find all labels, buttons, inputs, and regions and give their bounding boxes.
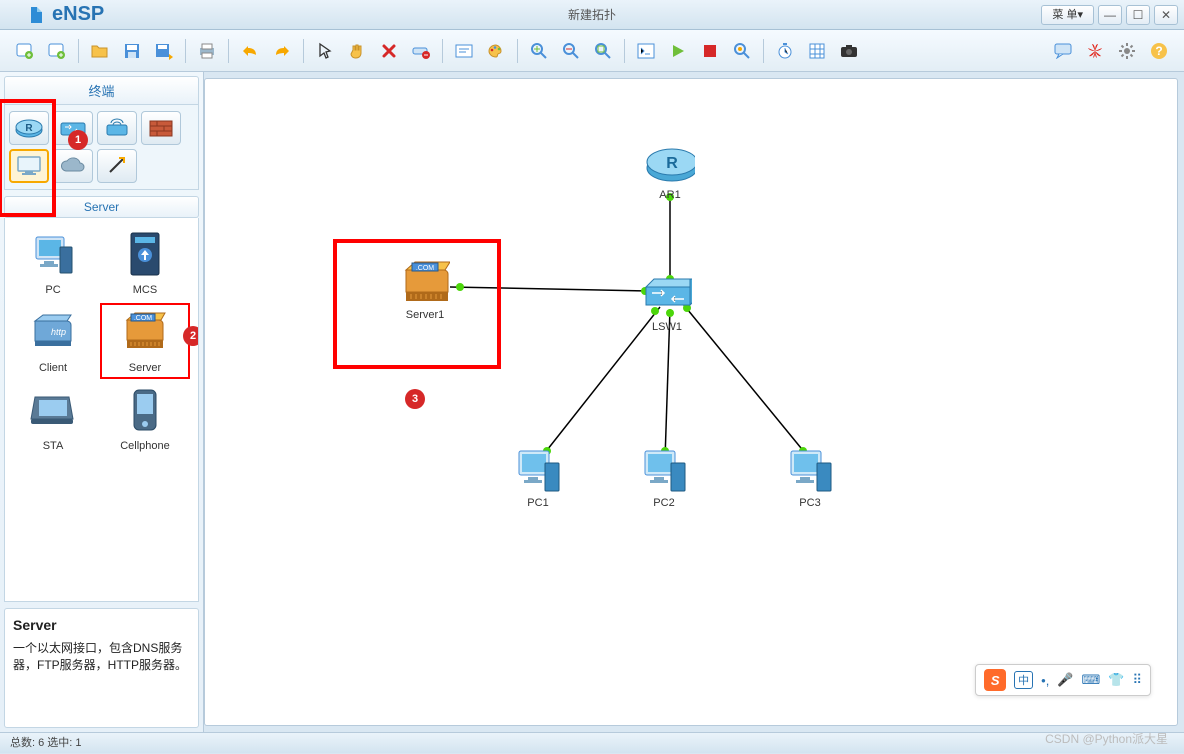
node-pc3[interactable]: PC3 (785, 447, 835, 509)
device-cellphone[interactable]: Cellphone (101, 382, 189, 456)
device-server[interactable]: .COM Server 2 (101, 304, 189, 378)
watermark: CSDN @Python派大星 (1045, 730, 1168, 747)
annotation-badge-3: 3 (405, 389, 425, 409)
annotation-badge-2: 2 (183, 326, 199, 346)
device-label: Server (129, 362, 161, 374)
print-icon[interactable] (192, 36, 222, 66)
delete-link-icon[interactable] (406, 36, 436, 66)
device-pc[interactable]: PC (9, 226, 97, 300)
node-pc1[interactable]: PC1 (513, 447, 563, 509)
huawei-icon[interactable] (1080, 36, 1110, 66)
node-label: PC2 (653, 497, 674, 509)
device-label: MCS (133, 284, 157, 296)
grid-icon[interactable] (802, 36, 832, 66)
link-server1-lsw1[interactable] (450, 287, 650, 291)
status-text: 总数: 6 选中: 1 (10, 737, 82, 749)
ime-skin-icon[interactable]: 👕 (1108, 672, 1124, 688)
annotation-badge-1: 1 (68, 130, 88, 150)
ime-lang-icon[interactable]: 中 (1014, 671, 1033, 689)
status-bar: 总数: 6 选中: 1 (0, 732, 1184, 753)
save-as-icon[interactable] (149, 36, 179, 66)
ime-toolbox-icon[interactable]: ⠿ (1132, 672, 1142, 688)
app-name: eNSP (52, 3, 104, 26)
title-bar: eNSP 新建拓扑 菜 单▾ — ☐ ✕ (0, 0, 1184, 30)
cli-icon[interactable] (631, 36, 661, 66)
zoom-out-icon[interactable] (556, 36, 586, 66)
sidebar-title: 终端 (4, 76, 199, 105)
svg-text:.COM: .COM (416, 265, 434, 272)
ime-toolbar[interactable]: S 中 •, 🎤 ⌨ 👕 ⠿ (975, 664, 1151, 696)
device-label: Client (39, 362, 67, 374)
cat-link-icon[interactable] (97, 149, 137, 183)
device-sidebar: 终端 R 1 Server PC MCS http Client (0, 72, 204, 732)
svg-text:R: R (666, 155, 678, 172)
node-label: PC3 (799, 497, 820, 509)
device-sta[interactable]: STA (9, 382, 97, 456)
ime-keyboard-icon[interactable]: ⌨ (1082, 672, 1101, 688)
toolbar: ? (0, 30, 1184, 72)
menu-button[interactable]: 菜 单▾ (1041, 5, 1094, 25)
help-icon[interactable]: ? (1144, 36, 1174, 66)
sogou-icon: S (984, 669, 1006, 691)
pan-icon[interactable] (342, 36, 372, 66)
pointer-icon[interactable] (310, 36, 340, 66)
desc-title: Server (13, 617, 190, 633)
node-pc2[interactable]: PC2 (639, 447, 689, 509)
category-grid: R (4, 105, 199, 190)
maximize-button[interactable]: ☐ (1126, 5, 1150, 25)
node-label: Server1 (406, 309, 445, 321)
timer-icon[interactable] (770, 36, 800, 66)
chat-icon[interactable] (1048, 36, 1078, 66)
zoom-in-icon[interactable] (524, 36, 554, 66)
capture-icon[interactable] (727, 36, 757, 66)
undo-icon[interactable] (235, 36, 265, 66)
svg-text:http: http (51, 327, 66, 337)
ime-punct-icon[interactable]: •, (1041, 673, 1049, 688)
device-label: Cellphone (120, 440, 170, 452)
node-label: AR1 (659, 189, 680, 201)
zoom-fit-icon[interactable] (588, 36, 618, 66)
cat-terminal-icon[interactable] (9, 149, 49, 183)
open-icon[interactable] (85, 36, 115, 66)
link-lsw1-pc3[interactable] (683, 304, 810, 459)
node-label: PC1 (527, 497, 548, 509)
cat-firewall-icon[interactable] (141, 111, 181, 145)
cat-wlan-icon[interactable] (97, 111, 137, 145)
svg-text:R: R (25, 123, 33, 134)
svg-text:?: ? (1155, 44, 1162, 58)
new-project-icon[interactable] (42, 36, 72, 66)
new-topology-icon[interactable] (10, 36, 40, 66)
desc-body: 一个以太网接口，包含DNS服务器，FTP服务器，HTTP服务器。 (13, 639, 190, 673)
app-logo: eNSP (28, 3, 104, 26)
sidebar-subtitle: Server (4, 196, 199, 218)
save-icon[interactable] (117, 36, 147, 66)
node-label: LSW1 (652, 321, 682, 333)
cat-router-icon[interactable]: R (9, 111, 49, 145)
delete-icon[interactable] (374, 36, 404, 66)
minimize-button[interactable]: — (1098, 5, 1122, 25)
start-icon[interactable] (663, 36, 693, 66)
palette-icon[interactable] (481, 36, 511, 66)
settings-icon[interactable] (1112, 36, 1142, 66)
node-lsw1[interactable]: LSW1 (642, 271, 692, 333)
text-icon[interactable] (449, 36, 479, 66)
device-mcs[interactable]: MCS (101, 226, 189, 300)
node-ar1[interactable]: R AR1 (645, 139, 695, 201)
topology-canvas[interactable]: R AR1 .COM Server1 LSW1 PC1 PC2 PC3 3 S … (204, 78, 1178, 726)
node-server1[interactable]: .COM Server1 (400, 259, 450, 321)
cat-cloud-icon[interactable] (53, 149, 93, 183)
device-description: Server 一个以太网接口，包含DNS服务器，FTP服务器，HTTP服务器。 (4, 608, 199, 728)
stop-icon[interactable] (695, 36, 725, 66)
screenshot-icon[interactable] (834, 36, 864, 66)
device-label: PC (45, 284, 60, 296)
device-grid: PC MCS http Client .COM Server 2 STA Ce (4, 218, 199, 602)
redo-icon[interactable] (267, 36, 297, 66)
close-button[interactable]: ✕ (1154, 5, 1178, 25)
device-client[interactable]: http Client (9, 304, 97, 378)
ime-voice-icon[interactable]: 🎤 (1057, 672, 1073, 688)
device-label: STA (43, 440, 64, 452)
svg-text:.COM: .COM (134, 315, 152, 322)
window-title: 新建拓扑 (568, 6, 616, 23)
